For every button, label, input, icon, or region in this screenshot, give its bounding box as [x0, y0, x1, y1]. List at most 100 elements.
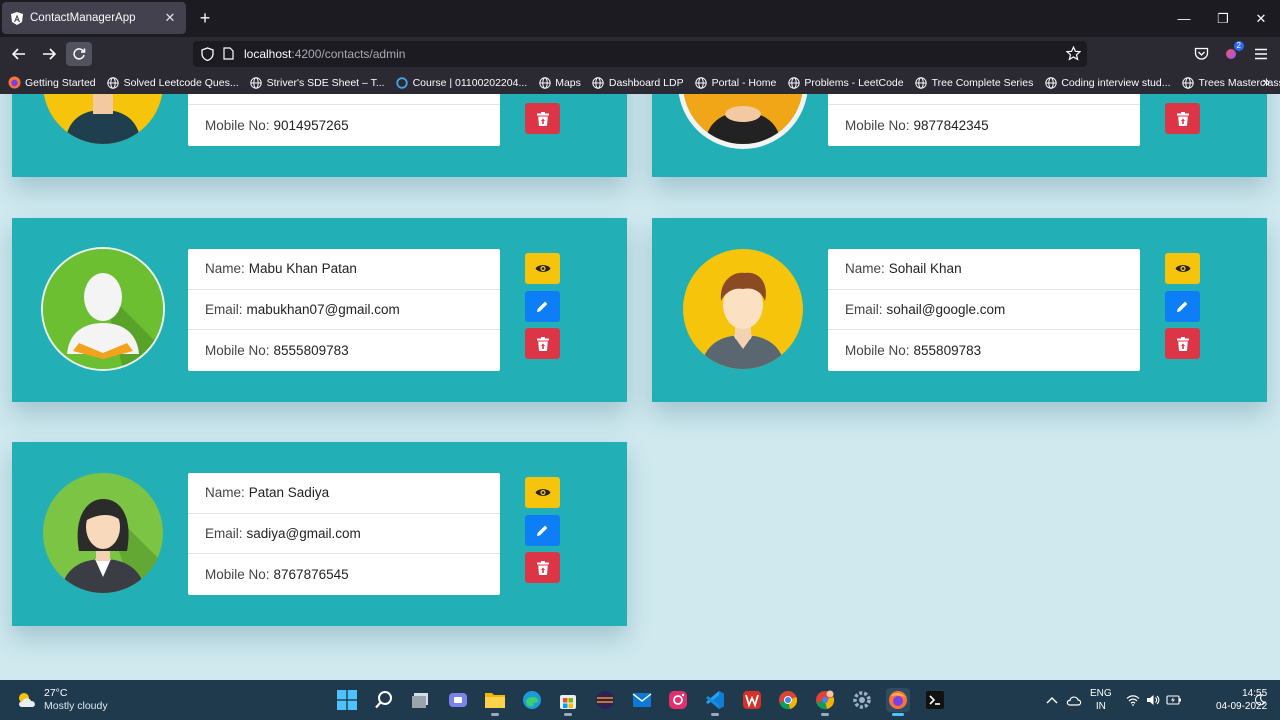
url-host: localhost: [244, 47, 292, 61]
search-icon: [375, 691, 392, 709]
contact-mobile-row: Mobile No: 8555809783: [188, 330, 500, 371]
tab-strip: ContactManagerApp ✕ + — ❐ ✕: [0, 0, 1280, 37]
delete-contact-button[interactable]: [1165, 328, 1200, 359]
tab-title: ContactManagerApp: [30, 12, 136, 24]
active-indicator: [892, 713, 904, 716]
bookmark-item[interactable]: Course | 01100202204...: [396, 76, 527, 89]
weather-widget[interactable]: 27°C Mostly cloudy: [16, 687, 108, 713]
view-contact-button[interactable]: [525, 477, 560, 508]
trash-icon: [536, 336, 549, 351]
cloudy-weather-icon: [19, 693, 35, 707]
windows-taskbar: 27°C Mostly cloudy ENG IN 14:55 04-09-20…: [0, 680, 1280, 720]
chrome-profile-button[interactable]: [813, 688, 837, 716]
extensions-button[interactable]: 2: [1218, 41, 1244, 66]
email-label: Email:: [205, 301, 243, 317]
teams-chat-button[interactable]: [446, 688, 470, 712]
view-contact-button[interactable]: [525, 253, 560, 284]
new-tab-button[interactable]: +: [195, 8, 215, 28]
url-text[interactable]: localhost:4200/contacts/admin: [244, 45, 405, 63]
language-indicator[interactable]: ENG IN: [1090, 687, 1112, 713]
chrome-profile-icon: [816, 690, 835, 710]
bookmark-item[interactable]: Problems - LeetCode: [787, 76, 904, 89]
restore-icon[interactable]: ❐: [1204, 0, 1242, 37]
contact-email-row: Email: mabukhan07@gmail.com: [188, 290, 500, 331]
store-button[interactable]: [556, 688, 580, 716]
mail-button[interactable]: [630, 688, 654, 712]
menu-button[interactable]: [1248, 42, 1274, 66]
edit-contact-button[interactable]: [525, 515, 560, 546]
settings-button[interactable]: [850, 688, 874, 712]
bookmark-item[interactable]: Tree Complete Series: [915, 76, 1033, 89]
bookmark-item[interactable]: Dashboard LDP: [592, 76, 684, 89]
eye-icon: [535, 489, 550, 496]
minimize-icon[interactable]: —: [1165, 0, 1203, 37]
contact-email-row: [828, 94, 1140, 106]
bookmarks-toolbar: Getting Started Solved Leetcode Ques... …: [0, 71, 1280, 94]
bookmark-item[interactable]: Striver's SDE Sheet – T...: [250, 76, 385, 89]
page-icon[interactable]: [223, 47, 235, 61]
bookmark-item[interactable]: Coding interview stud...: [1044, 76, 1170, 89]
instagram-button[interactable]: [666, 688, 690, 712]
shield-icon[interactable]: [201, 47, 215, 61]
onedrive-tray-button[interactable]: [1066, 680, 1082, 720]
delete-contact-button[interactable]: [525, 328, 560, 359]
globe-icon: [1044, 76, 1057, 89]
wps-button[interactable]: [740, 688, 764, 712]
bookmark-star-icon[interactable]: [1065, 45, 1082, 66]
pencil-icon: [1177, 301, 1188, 312]
name-label: Name:: [205, 485, 245, 501]
delete-contact-button[interactable]: [1165, 103, 1200, 134]
contact-mobile: 8767876545: [273, 566, 349, 582]
close-tab-icon[interactable]: ✕: [162, 10, 178, 26]
bookmark-item[interactable]: Portal - Home: [695, 76, 776, 89]
chat-icon: [449, 693, 467, 707]
reload-button[interactable]: [66, 42, 92, 66]
delete-contact-button[interactable]: [525, 552, 560, 583]
trash-icon: [536, 560, 549, 575]
store-icon: [560, 695, 576, 709]
back-button[interactable]: [6, 42, 32, 66]
contact-info-box: Name: Mabu Khan Patan Email: mabukhan07@gm…: [188, 249, 500, 371]
eclipse-button[interactable]: [593, 688, 617, 712]
terminal-button[interactable]: [923, 688, 947, 712]
edit-contact-button[interactable]: [1165, 291, 1200, 322]
firefox-button[interactable]: [886, 688, 910, 716]
contact-card: Name: Patan Sadiya Email: sadiya@gmail.com…: [12, 442, 627, 626]
contact-email-row: [188, 94, 500, 106]
contact-avatar: [43, 94, 163, 144]
wifi-button[interactable]: [1126, 680, 1140, 720]
mobile-label: Mobile No:: [845, 342, 910, 358]
firefox-icon: [889, 691, 907, 709]
task-view-button[interactable]: [409, 688, 433, 712]
start-button[interactable]: [335, 688, 359, 712]
email-label: Email:: [205, 525, 243, 541]
edge-button[interactable]: [520, 688, 544, 712]
window-close-icon[interactable]: ✕: [1242, 0, 1280, 37]
edit-contact-button[interactable]: [525, 291, 560, 322]
battery-button[interactable]: [1166, 680, 1182, 720]
weather-description: Mostly cloudy: [44, 700, 108, 712]
browser-tab[interactable]: ContactManagerApp ✕: [2, 2, 186, 34]
delete-contact-button[interactable]: [525, 103, 560, 134]
file-explorer-button[interactable]: [483, 688, 507, 716]
show-hidden-icons-button[interactable]: [1046, 680, 1058, 720]
pocket-icon[interactable]: [1188, 42, 1214, 66]
bookmark-label: Dashboard LDP: [608, 76, 684, 89]
chrome-button[interactable]: [776, 688, 800, 712]
vscode-button[interactable]: [703, 688, 727, 716]
search-button[interactable]: [372, 688, 396, 712]
bookmark-label: Problems - LeetCode: [804, 76, 904, 89]
notifications-button[interactable]: [1254, 680, 1266, 720]
forward-button[interactable]: [36, 42, 62, 66]
address-bar[interactable]: localhost:4200/contacts/admin: [193, 41, 1087, 67]
bookmark-item[interactable]: Maps: [538, 76, 581, 89]
view-contact-button[interactable]: [1165, 253, 1200, 284]
contact-avatar: [683, 94, 803, 144]
bookmark-item[interactable]: Solved Leetcode Ques...: [107, 76, 239, 89]
volume-button[interactable]: [1146, 680, 1160, 720]
vscode-icon: [706, 691, 724, 709]
bookmark-item[interactable]: Getting Started: [8, 76, 96, 89]
contact-email: sohail@google.com: [886, 301, 1006, 317]
more-bookmarks-icon[interactable]: »: [1263, 74, 1270, 89]
contact-mobile-row: Mobile No: 9877842345: [828, 105, 1140, 146]
